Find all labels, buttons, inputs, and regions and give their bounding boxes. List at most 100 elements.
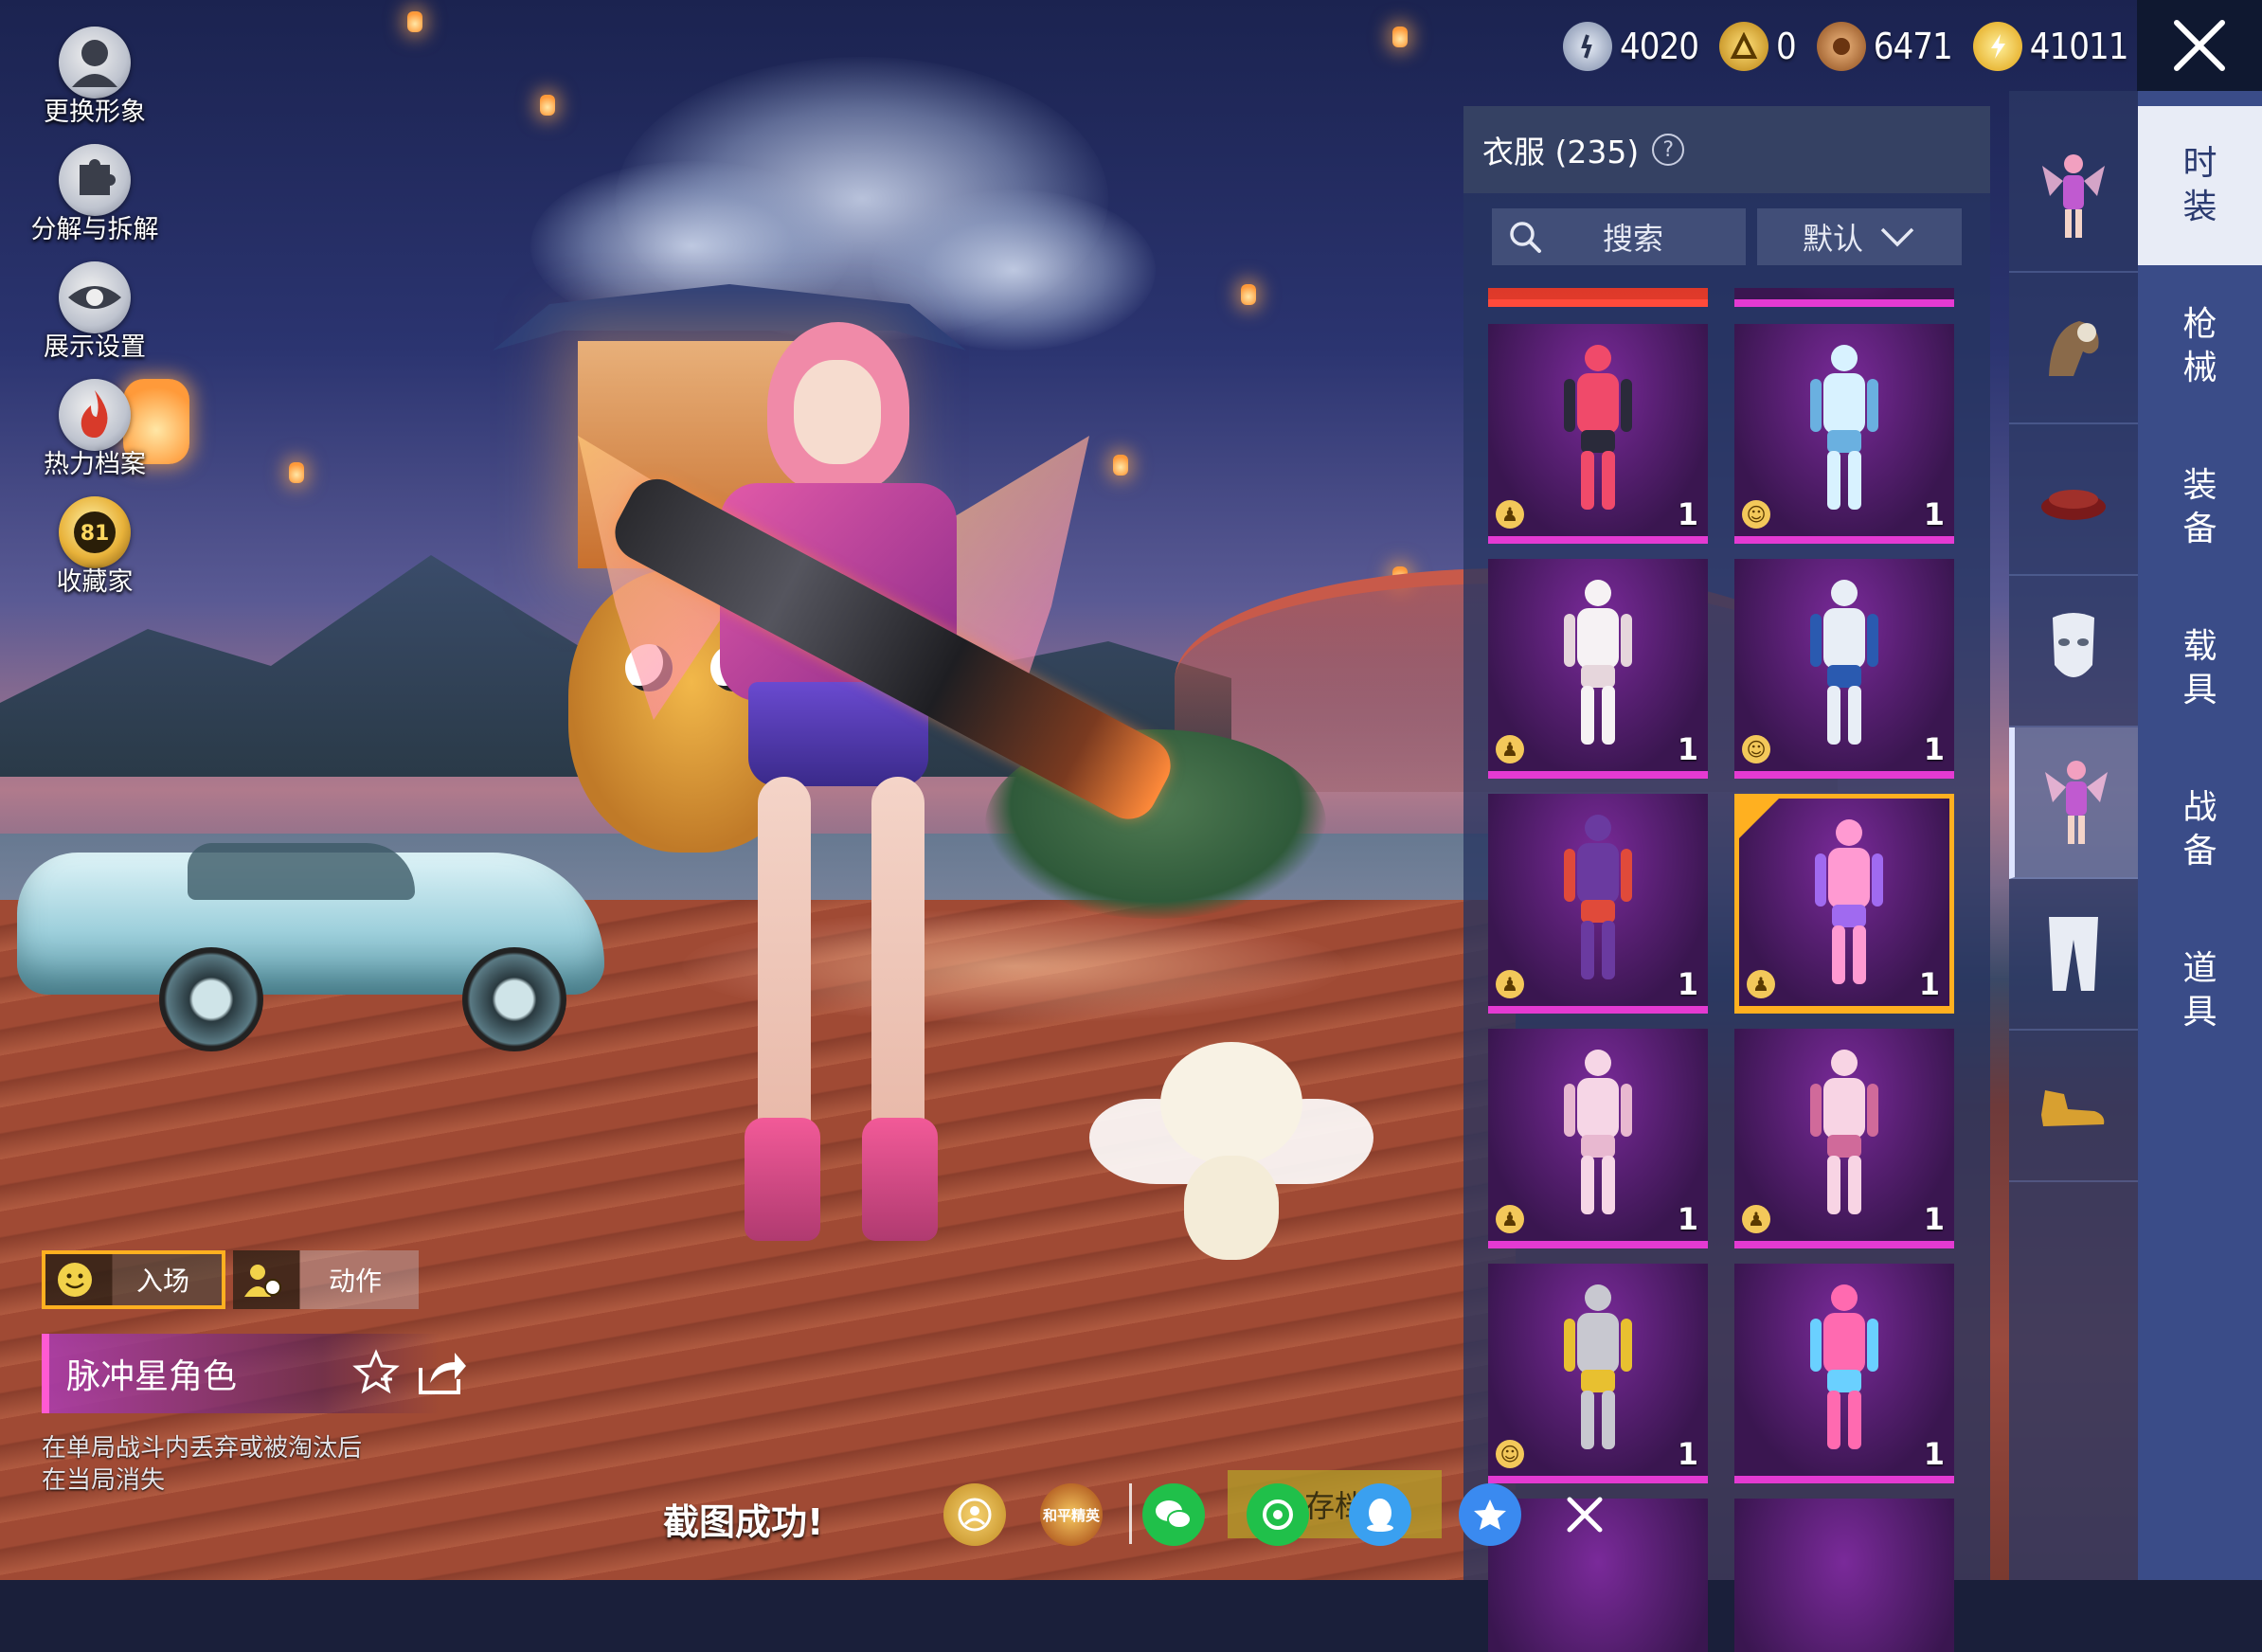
outfit-item[interactable]: ♟ 1: [1734, 794, 1954, 1014]
change-avatar-label: 更换形象: [44, 98, 146, 127]
tab-equipment-label-1: 装: [2182, 466, 2217, 505]
tab-fashion[interactable]: 时 装: [2138, 106, 2262, 265]
smile-icon: [45, 1261, 104, 1299]
outfit-item[interactable]: ♟ 1: [1488, 324, 1708, 544]
silver-value: 4020: [1620, 26, 1699, 67]
wardrobe-panel: 衣服 (235) ? 搜索 默认 ♟ 1 ☺ 1 ♟ 1 ☺ 1 ♟ 1 ♟ 1 ♟ 1 ♟ 1…: [1463, 106, 1990, 1652]
outfit-item[interactable]: 1: [1734, 1264, 1954, 1483]
tab-equipment[interactable]: 装 备: [2138, 428, 2262, 587]
character-tag-icon: ♟: [1496, 970, 1524, 998]
gold-value: 0: [1775, 26, 1797, 67]
character-tag-icon: ♟: [1496, 1205, 1524, 1233]
category-shoes[interactable]: [2009, 1031, 2138, 1182]
help-icon[interactable]: ?: [1652, 134, 1685, 166]
category-strip: [2009, 91, 2138, 1580]
profile-share-icon[interactable]: [943, 1483, 1006, 1546]
heat-profile-button[interactable]: 热力档案: [19, 379, 171, 480]
outfit-item[interactable]: ☺ 1: [1488, 1264, 1708, 1483]
bronze-value: 6471: [1873, 26, 1953, 67]
action-button[interactable]: 动作: [233, 1250, 419, 1309]
currency-lightning[interactable]: 41011: [1972, 22, 2129, 71]
suit-thumb-icon: [2045, 761, 2108, 844]
display-settings-button[interactable]: 展示设置: [19, 261, 171, 363]
gold-emblem-icon: [1718, 22, 1768, 71]
outfit-item[interactable]: ☺ 1: [1734, 324, 1954, 544]
close-icon: [2174, 20, 2225, 71]
entrance-label: 入场: [135, 1266, 189, 1297]
tab-combat-gear[interactable]: 战 备: [2138, 750, 2262, 909]
tab-weapons-label-2: 械: [2182, 349, 2217, 387]
bronze-coin-icon: [1816, 22, 1866, 71]
category-hat[interactable]: [2009, 424, 2138, 576]
outfit-pink-dress-figure: [1810, 1050, 1878, 1214]
qq-icon[interactable]: [1349, 1483, 1411, 1546]
tab-combat-gear-label-2: 备: [2182, 832, 2217, 871]
lightning-value: 41011: [2029, 26, 2129, 67]
player-character[interactable]: [578, 322, 1089, 1250]
tab-weapons[interactable]: 枪 械: [2138, 267, 2262, 426]
outfit-grid: ♟ 1 ☺ 1 ♟ 1 ☺ 1 ♟ 1 ♟ 1 ♟ 1 ♟ 1 ☺ 1 1: [1488, 288, 1981, 1652]
currency-gold[interactable]: 0: [1718, 22, 1797, 71]
favorite-star-icon[interactable]: [352, 1349, 400, 1400]
category-headwear[interactable]: [2009, 273, 2138, 424]
outfit-rainbow-set-figure: [1810, 1284, 1878, 1449]
tab-vehicles[interactable]: 载 具: [2138, 589, 2262, 748]
collector-button[interactable]: 81 收藏家: [19, 496, 171, 598]
item-quantity: 1: [1923, 496, 1945, 532]
puzzle-icon: [59, 144, 131, 216]
moments-icon[interactable]: [1247, 1483, 1309, 1546]
close-button[interactable]: [2137, 0, 2262, 91]
search-icon: [1492, 219, 1558, 255]
currency-silver[interactable]: 4020: [1563, 22, 1699, 71]
change-avatar-button[interactable]: 更换形象: [19, 27, 171, 128]
set-name: 脉冲星角色: [66, 1357, 238, 1396]
category-outfit[interactable]: [2009, 121, 2138, 273]
tab-items[interactable]: 道 具: [2138, 911, 2262, 1070]
outfit-item[interactable]: ♟ 1: [1488, 559, 1708, 779]
tab-items-label-1: 道: [2182, 949, 2217, 988]
qzone-icon[interactable]: [1459, 1483, 1521, 1546]
category-pants[interactable]: [2009, 879, 2138, 1031]
chevron-down-icon: [1880, 227, 1914, 247]
outfit-mech-suit-figure: [1810, 580, 1878, 745]
close-share-icon[interactable]: [1553, 1483, 1616, 1546]
heat-profile-label: 热力档案: [44, 450, 146, 479]
sort-label: 默认: [1802, 221, 1863, 257]
wechat-icon[interactable]: [1142, 1483, 1205, 1546]
category-mask[interactable]: [2009, 576, 2138, 727]
outfit-item[interactable]: ♟ 1: [1488, 794, 1708, 1014]
outfit-item[interactable]: ♟ 1: [1488, 1029, 1708, 1248]
outfit-pink-gown-figure: [1564, 1050, 1632, 1214]
outfit-gold-suit-figure: [1564, 1284, 1632, 1449]
entrance-button[interactable]: 入场: [42, 1250, 225, 1309]
flame-icon: [59, 379, 131, 451]
outfit-item[interactable]: ♟ 1: [1734, 1029, 1954, 1248]
peace-elite-icon[interactable]: 和平精英: [1040, 1483, 1103, 1546]
emote-tag-icon: ☺: [1742, 735, 1770, 763]
sort-dropdown[interactable]: 默认: [1757, 208, 1962, 265]
character-tag-icon: ♟: [1742, 1205, 1770, 1233]
share-icon[interactable]: [417, 1349, 468, 1400]
outfit-item-partial[interactable]: [1488, 288, 1708, 307]
avatar-icon: [59, 27, 131, 99]
silver-coin-icon: [1563, 22, 1612, 71]
tab-items-label-2: 具: [2182, 993, 2217, 1032]
category-suit[interactable]: [2009, 727, 2138, 879]
item-quantity: 1: [1677, 966, 1698, 1002]
outfit-item-partial[interactable]: [1734, 288, 1954, 307]
item-quantity: 1: [1918, 966, 1940, 1002]
headwear-thumb-icon: [2049, 321, 2099, 376]
search-input[interactable]: 搜索: [1492, 208, 1746, 265]
currency-bronze[interactable]: 6471: [1816, 22, 1953, 71]
screenshot-success-toast: 截图成功!: [663, 1501, 824, 1543]
angel-pet[interactable]: [1089, 1042, 1373, 1269]
tab-vehicles-label-2: 具: [2182, 671, 2217, 709]
panel-title: 衣服 (235): [1482, 134, 1640, 171]
tab-fashion-label-2: 装: [2182, 188, 2217, 226]
character-tag-icon: ♟: [1496, 500, 1524, 529]
decompose-button[interactable]: 分解与拆解: [19, 144, 171, 245]
sky-lantern: [1392, 27, 1408, 47]
outfit-item[interactable]: ☺ 1: [1734, 559, 1954, 779]
outfit-item-partial[interactable]: [1734, 1499, 1954, 1652]
item-quantity: 1: [1923, 1436, 1945, 1472]
